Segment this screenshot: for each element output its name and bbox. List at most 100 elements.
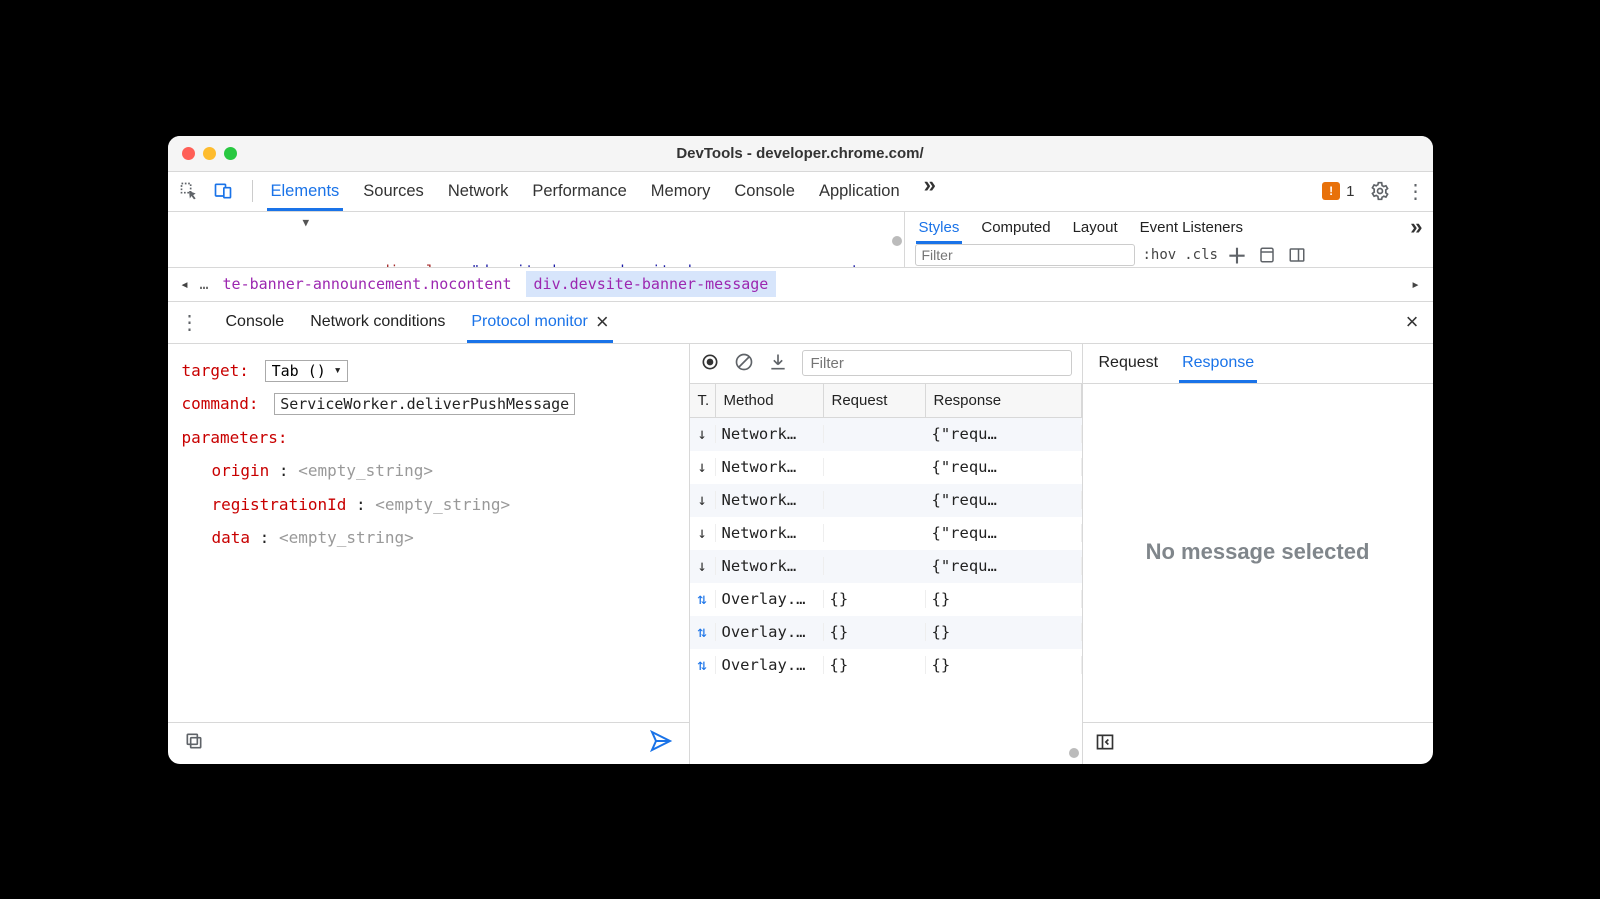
copy-icon[interactable] [184, 731, 204, 755]
msg-response: {"requ… [926, 491, 1082, 509]
message-row[interactable]: ↓Network… {"requ… [690, 484, 1082, 517]
msg-request: {} [824, 656, 926, 674]
header-request[interactable]: Request [824, 384, 926, 417]
param-value[interactable]: <empty_string> [279, 528, 414, 547]
detail-tab-response[interactable]: Response [1182, 344, 1254, 383]
computed-styles-icon[interactable] [1256, 244, 1278, 266]
elements-row: ▼ <div class="devsite-banner devsite-ban… [168, 212, 1433, 268]
drawer-tab-protocol-monitor[interactable]: Protocol monitor × [471, 302, 608, 343]
msg-response: {"requ… [926, 458, 1082, 476]
breadcrumb-scroll-left-icon[interactable]: ◂ [176, 275, 194, 293]
drawer-tabs: ⋮ Console Network conditions Protocol mo… [168, 302, 1433, 344]
more-tabs-icon[interactable]: » [924, 172, 936, 211]
send-icon[interactable] [649, 729, 673, 757]
detail-empty-message: No message selected [1083, 384, 1433, 722]
tab-performance[interactable]: Performance [532, 172, 626, 211]
msg-method: Network… [716, 491, 824, 509]
cls-toggle[interactable]: .cls [1184, 247, 1218, 263]
message-row[interactable]: ↓Network… {"requ… [690, 517, 1082, 550]
settings-gear-icon[interactable] [1369, 180, 1391, 202]
kebab-menu-icon[interactable]: ⋮ [1405, 180, 1427, 202]
msg-method: Network… [716, 524, 824, 542]
header-response[interactable]: Response [926, 384, 1082, 417]
command-input[interactable]: ServiceWorker.deliverPushMessage [274, 393, 575, 415]
message-row[interactable]: ⇅Overlay.…{}{} [690, 649, 1082, 682]
breadcrumb-scroll-right-icon[interactable]: ▸ [1407, 275, 1425, 293]
command-label: command: [182, 394, 259, 413]
breadcrumb-crumb[interactable]: te-banner-announcement.nocontent [215, 271, 520, 297]
target-select[interactable]: Tab () [265, 360, 348, 382]
drawer-tab-network-conditions[interactable]: Network conditions [310, 302, 445, 343]
msg-response: {"requ… [926, 557, 1082, 575]
drawer-close-icon[interactable]: × [1406, 311, 1419, 333]
msg-method: Overlay.… [716, 590, 824, 608]
header-method[interactable]: Method [716, 384, 824, 417]
styles-filter-input[interactable] [915, 244, 1135, 266]
breadcrumb-ellipsis: … [200, 275, 209, 293]
breadcrumb-crumb-selected[interactable]: div.devsite-banner-message [526, 271, 777, 297]
message-row[interactable]: ↓Network…{"requ… [690, 550, 1082, 583]
record-icon[interactable] [700, 352, 720, 375]
side-more-tabs-icon[interactable]: » [1410, 214, 1422, 240]
msg-type-icon: ↓ [690, 458, 716, 476]
message-filter-input[interactable] [802, 350, 1072, 376]
clear-icon[interactable] [734, 352, 754, 375]
param-value[interactable]: <empty_string> [375, 495, 510, 514]
titlebar: DevTools - developer.chrome.com/ [168, 136, 1433, 172]
hov-toggle[interactable]: :hov [1143, 247, 1177, 263]
detail-tab-request[interactable]: Request [1099, 344, 1159, 383]
msg-type-icon: ↓ [690, 491, 716, 509]
param-value[interactable]: <empty_string> [298, 461, 433, 480]
scrollbar-thumb[interactable] [892, 236, 902, 246]
param-name: origin [212, 461, 270, 480]
msg-type-icon: ↓ [690, 524, 716, 542]
msg-method: Network… [716, 425, 824, 443]
issues-badge-icon[interactable]: ! [1322, 182, 1340, 200]
main-panel-tabs: Elements Sources Network Performance Mem… [271, 172, 1305, 211]
toggle-sidebar-icon[interactable] [1286, 244, 1308, 266]
msg-response: {} [926, 656, 1082, 674]
main-toolbar: Elements Sources Network Performance Mem… [168, 172, 1433, 212]
header-type[interactable]: T. [690, 384, 716, 417]
command-editor: target: Tab () command: ServiceWorker.de… [168, 344, 690, 764]
protocol-monitor-body: target: Tab () command: ServiceWorker.de… [168, 344, 1433, 764]
message-row[interactable]: ⇅Overlay.…{}{} [690, 616, 1082, 649]
msg-request: {} [824, 623, 926, 641]
issues-count[interactable]: 1 [1346, 183, 1354, 200]
elements-dom-tree[interactable]: ▼ <div class="devsite-banner devsite-ban… [168, 212, 905, 267]
msg-response: {"requ… [926, 524, 1082, 542]
tab-network[interactable]: Network [448, 172, 509, 211]
message-list: T. Method Request Response ↓Network…{"re… [690, 344, 1083, 764]
drawer-tab-console[interactable]: Console [226, 302, 285, 343]
tab-elements[interactable]: Elements [271, 172, 340, 211]
side-tab-layout[interactable]: Layout [1073, 212, 1118, 243]
scrollbar-thumb[interactable] [1069, 748, 1079, 758]
drawer-kebab-icon[interactable]: ⋮ [180, 310, 200, 335]
window-title: DevTools - developer.chrome.com/ [168, 145, 1433, 162]
collapse-panel-icon[interactable] [1095, 732, 1115, 755]
message-row[interactable]: ⇅Overlay.…{}{} [690, 583, 1082, 616]
side-tab-computed[interactable]: Computed [981, 212, 1050, 243]
side-tab-event-listeners[interactable]: Event Listeners [1140, 212, 1243, 243]
param-name: data [212, 528, 251, 547]
message-row[interactable]: ↓Network… {"requ… [690, 451, 1082, 484]
msg-method: Network… [716, 458, 824, 476]
tab-console[interactable]: Console [734, 172, 795, 211]
msg-method: Overlay.… [716, 656, 824, 674]
download-icon[interactable] [768, 352, 788, 375]
new-style-rule-icon[interactable]: ＋ [1226, 244, 1248, 266]
message-rows[interactable]: ↓Network…{"requ…↓Network…{"requ…↓Network… [690, 418, 1082, 764]
msg-response: {} [926, 590, 1082, 608]
side-tab-styles[interactable]: Styles [919, 212, 960, 243]
message-row[interactable]: ↓Network…{"requ… [690, 418, 1082, 451]
device-toolbar-icon[interactable] [212, 180, 234, 202]
msg-request: {} [824, 590, 926, 608]
tab-memory[interactable]: Memory [651, 172, 711, 211]
tab-application[interactable]: Application [819, 172, 900, 211]
dom-tag-open: <div class= [372, 262, 471, 267]
tab-sources[interactable]: Sources [363, 172, 424, 211]
inspect-element-icon[interactable] [178, 180, 200, 202]
close-tab-icon[interactable]: × [596, 311, 609, 333]
message-toolbar [690, 344, 1082, 384]
msg-type-icon: ⇅ [690, 590, 716, 608]
